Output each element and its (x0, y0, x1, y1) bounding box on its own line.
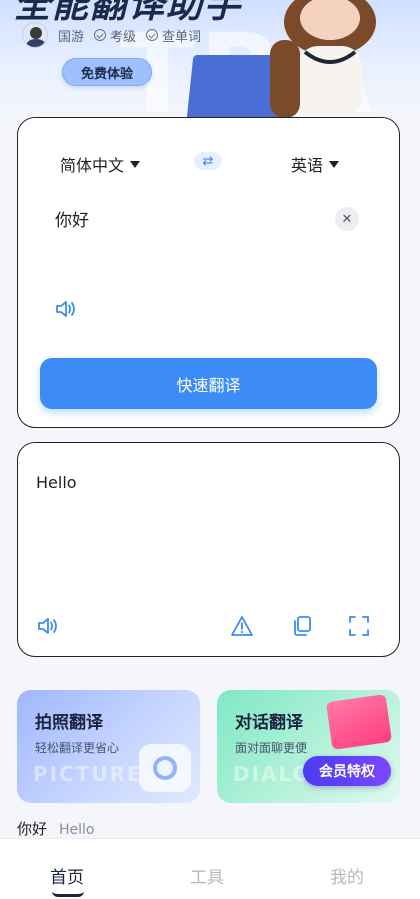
result-toolbar (18, 615, 399, 639)
nav-tools[interactable]: 工具 (190, 863, 224, 888)
feature-exam: 考级 (94, 26, 136, 45)
dropdown-arrow-icon (130, 160, 141, 168)
check-icon (94, 29, 107, 41)
nav-home[interactable]: 首页 (50, 863, 84, 888)
feature-lookup: 查单词 (146, 26, 201, 45)
promo-banner[interactable]: TRA 全能翻译助手 国游 考级 查单词 免费体验 (0, 0, 420, 120)
dialog-translate-tile[interactable]: 对话翻译 面对面聊更便 DIALO 会员特权 (217, 690, 400, 803)
history-item[interactable]: 你好 Hello (17, 818, 95, 839)
clear-input-button[interactable]: ✕ (335, 207, 359, 231)
translation-result-card: Hello (17, 442, 400, 657)
speaker-icon[interactable] (54, 298, 78, 324)
result-text: Hello (36, 473, 77, 492)
source-text-input[interactable]: 你好 (55, 206, 89, 231)
swap-arrows-icon: ⇄ (202, 153, 214, 169)
translate-input-card: 简体中文 ⇄ 英语 你好 ✕ 快速翻译 (17, 117, 400, 428)
gift-icon (325, 694, 393, 750)
camera-icon (139, 744, 191, 792)
target-language-select[interactable]: 英语 (291, 152, 340, 176)
close-icon: ✕ (341, 211, 353, 227)
tile-watermark: DIALO (233, 762, 312, 786)
bottom-navigation: 首页 工具 我的 (0, 838, 420, 899)
vip-badge[interactable]: 会员特权 (303, 756, 391, 786)
source-language-select[interactable]: 简体中文 (60, 152, 141, 176)
nav-mine[interactable]: 我的 (330, 863, 364, 888)
language-bar: 简体中文 ⇄ 英语 (18, 152, 399, 176)
dropdown-arrow-icon (329, 160, 340, 168)
fullscreen-icon[interactable] (348, 615, 370, 641)
feature-travel: 国游 (58, 29, 85, 45)
avatar (22, 22, 48, 48)
target-language-label: 英语 (291, 156, 324, 175)
swap-languages-button[interactable]: ⇄ (194, 152, 222, 170)
speaker-icon[interactable] (36, 615, 60, 641)
tile-subtitle: 面对面聊更便 (235, 741, 308, 755)
warning-icon[interactable] (230, 615, 254, 641)
copy-icon[interactable] (290, 615, 314, 641)
mascot-illustration (270, 0, 376, 118)
check-icon (146, 29, 159, 41)
active-indicator (52, 891, 84, 897)
tile-title: 对话翻译 (235, 713, 303, 733)
source-language-label: 简体中文 (60, 156, 125, 175)
history-source-text: 你好 (17, 820, 48, 838)
tile-watermark: PICTURE (33, 762, 143, 786)
free-trial-button[interactable]: 免费体验 (62, 58, 152, 86)
tile-subtitle: 轻松翻译更省心 (35, 741, 120, 755)
tile-title: 拍照翻译 (35, 713, 103, 733)
history-target-text: Hello (59, 822, 95, 838)
photo-translate-tile[interactable]: 拍照翻译 轻松翻译更省心 PICTURE (17, 690, 200, 803)
quick-translate-button[interactable]: 快速翻译 (40, 358, 377, 409)
feature-row: 国游 考级 查单词 (22, 22, 201, 48)
